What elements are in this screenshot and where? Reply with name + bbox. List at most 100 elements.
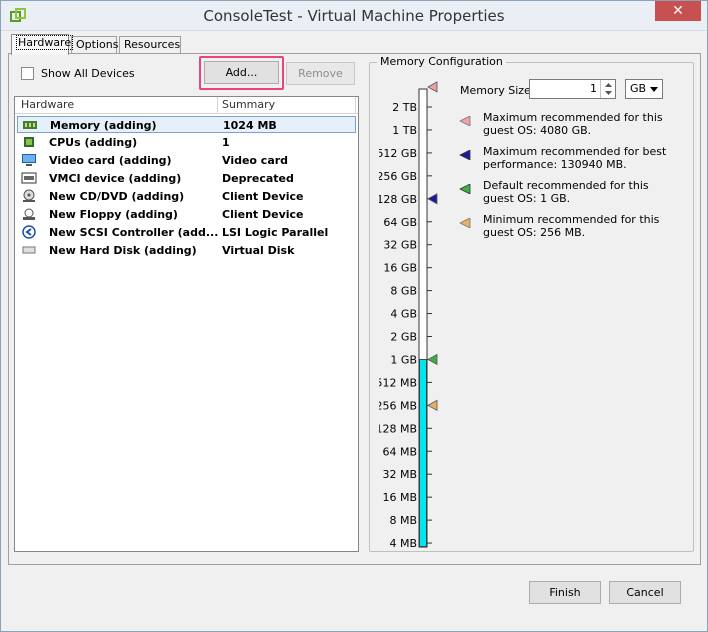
row-summary: LSI Logic Parallel	[222, 226, 329, 239]
row-summary: Client Device	[222, 208, 304, 221]
scale-label: 64 MB	[382, 445, 417, 458]
scale-label: 256 MB	[379, 399, 417, 412]
row-summary: Client Device	[222, 190, 304, 203]
max-performance-marker	[427, 193, 438, 205]
legend-default: Default recommended for this guest OS: 1 …	[459, 179, 689, 207]
max-guest-os-marker	[427, 81, 438, 93]
column-separator	[355, 97, 356, 114]
scale-label: 64 GB	[383, 216, 417, 229]
table-row[interactable]: Video card (adding) Video card	[17, 152, 356, 169]
spinner-arrows-icon	[605, 83, 612, 95]
vmci-icon	[21, 172, 37, 184]
triangle-marker-icon	[459, 150, 471, 160]
row-summary: Deprecated	[222, 172, 294, 185]
tab-hardware[interactable]: Hardware	[11, 34, 74, 55]
row-name: New SCSI Controller (add...	[49, 226, 219, 239]
table-row[interactable]: Memory (adding) 1024 MB	[17, 116, 356, 133]
table-row[interactable]: VMCI device (adding) Deprecated	[17, 170, 356, 187]
min-guest-os-marker	[427, 399, 438, 412]
memory-size-spinner[interactable]	[600, 80, 615, 98]
table-row[interactable]: New Hard Disk (adding) Virtual Disk	[17, 242, 356, 259]
scale-label: 8 GB	[390, 285, 417, 298]
hard-disk-icon	[22, 246, 36, 254]
legend-text: Minimum recommended for this	[483, 213, 660, 226]
memory-unit-value: GB	[630, 82, 647, 95]
scale-label: 32 GB	[383, 239, 417, 252]
column-separator	[217, 97, 218, 114]
row-name: Memory (adding)	[50, 119, 157, 132]
chevron-down-icon	[650, 87, 658, 92]
triangle-marker-icon	[459, 218, 471, 228]
scale-label: 8 MB	[389, 514, 417, 527]
memory-bar-fill	[419, 359, 427, 547]
table-row[interactable]: New SCSI Controller (add... LSI Logic Pa…	[17, 224, 356, 241]
row-summary: Virtual Disk	[222, 244, 295, 257]
legend-min-guest-os: Minimum recommended for this guest OS: 25…	[459, 213, 689, 241]
scale-label: 2 GB	[390, 331, 417, 344]
scale-label: 2 TB	[392, 101, 417, 114]
hardware-list: Hardware Summary Memory (adding) 1024 MB…	[14, 96, 359, 552]
scale-label: 4 GB	[390, 308, 417, 321]
row-name: VMCI device (adding)	[49, 172, 182, 185]
cd-dvd-icon	[23, 189, 35, 202]
monitor-icon	[22, 154, 36, 166]
row-name: New Hard Disk (adding)	[49, 244, 197, 257]
row-name: Video card (adding)	[49, 154, 172, 167]
scale-label: 1 GB	[390, 353, 417, 366]
legend-text: guest OS: 4080 GB.	[483, 124, 592, 137]
cancel-button[interactable]: Cancel	[609, 581, 681, 604]
scale-label: 16 GB	[383, 262, 417, 275]
memory-scale: 2 TB 1 TB 512 GB 256 GB 128 GB 64 GB 32 GB 16 G…	[379, 81, 459, 551]
add-button[interactable]: Add...	[204, 61, 279, 84]
column-header-hardware[interactable]: Hardware	[21, 98, 74, 111]
row-name: New Floppy (adding)	[49, 208, 178, 221]
triangle-marker-icon	[459, 184, 471, 194]
memory-slider[interactable]: 2 TB 1 TB 512 GB 256 GB 128 GB 64 GB 32 GB 16 G…	[379, 81, 459, 551]
legend-text: performance: 130940 MB.	[483, 158, 627, 171]
memory-size-value: 1	[590, 82, 597, 95]
finish-button[interactable]: Finish	[529, 581, 601, 604]
title-bar: ConsoleTest - Virtual Machine Properties…	[1, 1, 707, 31]
memory-size-label: Memory Size:	[460, 84, 535, 97]
table-row[interactable]: New CD/DVD (adding) Client Device	[17, 188, 356, 205]
legend-text: Default recommended for this	[483, 179, 649, 192]
row-summary: Video card	[222, 154, 289, 167]
cpu-icon	[24, 137, 34, 147]
scale-label: 16 MB	[382, 491, 417, 504]
scale-label: 128 MB	[379, 422, 417, 435]
scale-label: 1 TB	[392, 124, 417, 137]
hardware-list-header: Hardware Summary	[15, 97, 358, 114]
close-button[interactable]: ✕	[655, 1, 701, 21]
table-row[interactable]: New Floppy (adding) Client Device	[17, 206, 356, 223]
row-summary: 1	[222, 136, 230, 149]
row-name: New CD/DVD (adding)	[49, 190, 185, 203]
memory-unit-select[interactable]: GB	[625, 79, 663, 99]
legend-text: guest OS: 256 MB.	[483, 226, 586, 239]
scale-label: 128 GB	[379, 193, 417, 206]
default-marker	[427, 353, 438, 366]
scale-label: 512 MB	[379, 376, 417, 389]
memory-size-input[interactable]: 1	[529, 79, 616, 99]
row-name: CPUs (adding)	[49, 136, 138, 149]
row-summary: 1024 MB	[223, 119, 277, 132]
show-all-devices-checkbox[interactable]	[21, 67, 34, 80]
show-all-devices-label: Show All Devices	[41, 67, 135, 80]
legend-text: Maximum recommended for best	[483, 145, 667, 158]
memory-configuration-title: Memory Configuration	[377, 55, 506, 68]
table-row[interactable]: CPUs (adding) 1	[17, 134, 356, 151]
triangle-marker-icon	[459, 116, 471, 126]
window-title: ConsoleTest - Virtual Machine Properties	[203, 7, 505, 25]
column-header-summary[interactable]: Summary	[222, 98, 275, 111]
remove-button[interactable]: Remove	[286, 62, 355, 85]
floppy-icon	[23, 208, 35, 220]
tab-options[interactable]: Options	[71, 36, 118, 54]
memory-icon	[23, 121, 37, 129]
tab-resources[interactable]: Resources	[119, 36, 181, 54]
legend-max-performance: Maximum recommended for best performance:…	[459, 145, 689, 173]
scale-label: 32 MB	[382, 468, 417, 481]
legend-text: Maximum recommended for this	[483, 111, 663, 124]
scale-label: 512 GB	[379, 147, 417, 160]
legend-text: guest OS: 1 GB.	[483, 192, 571, 205]
scale-label: 4 MB	[389, 537, 417, 550]
scale-label: 256 GB	[379, 170, 417, 183]
